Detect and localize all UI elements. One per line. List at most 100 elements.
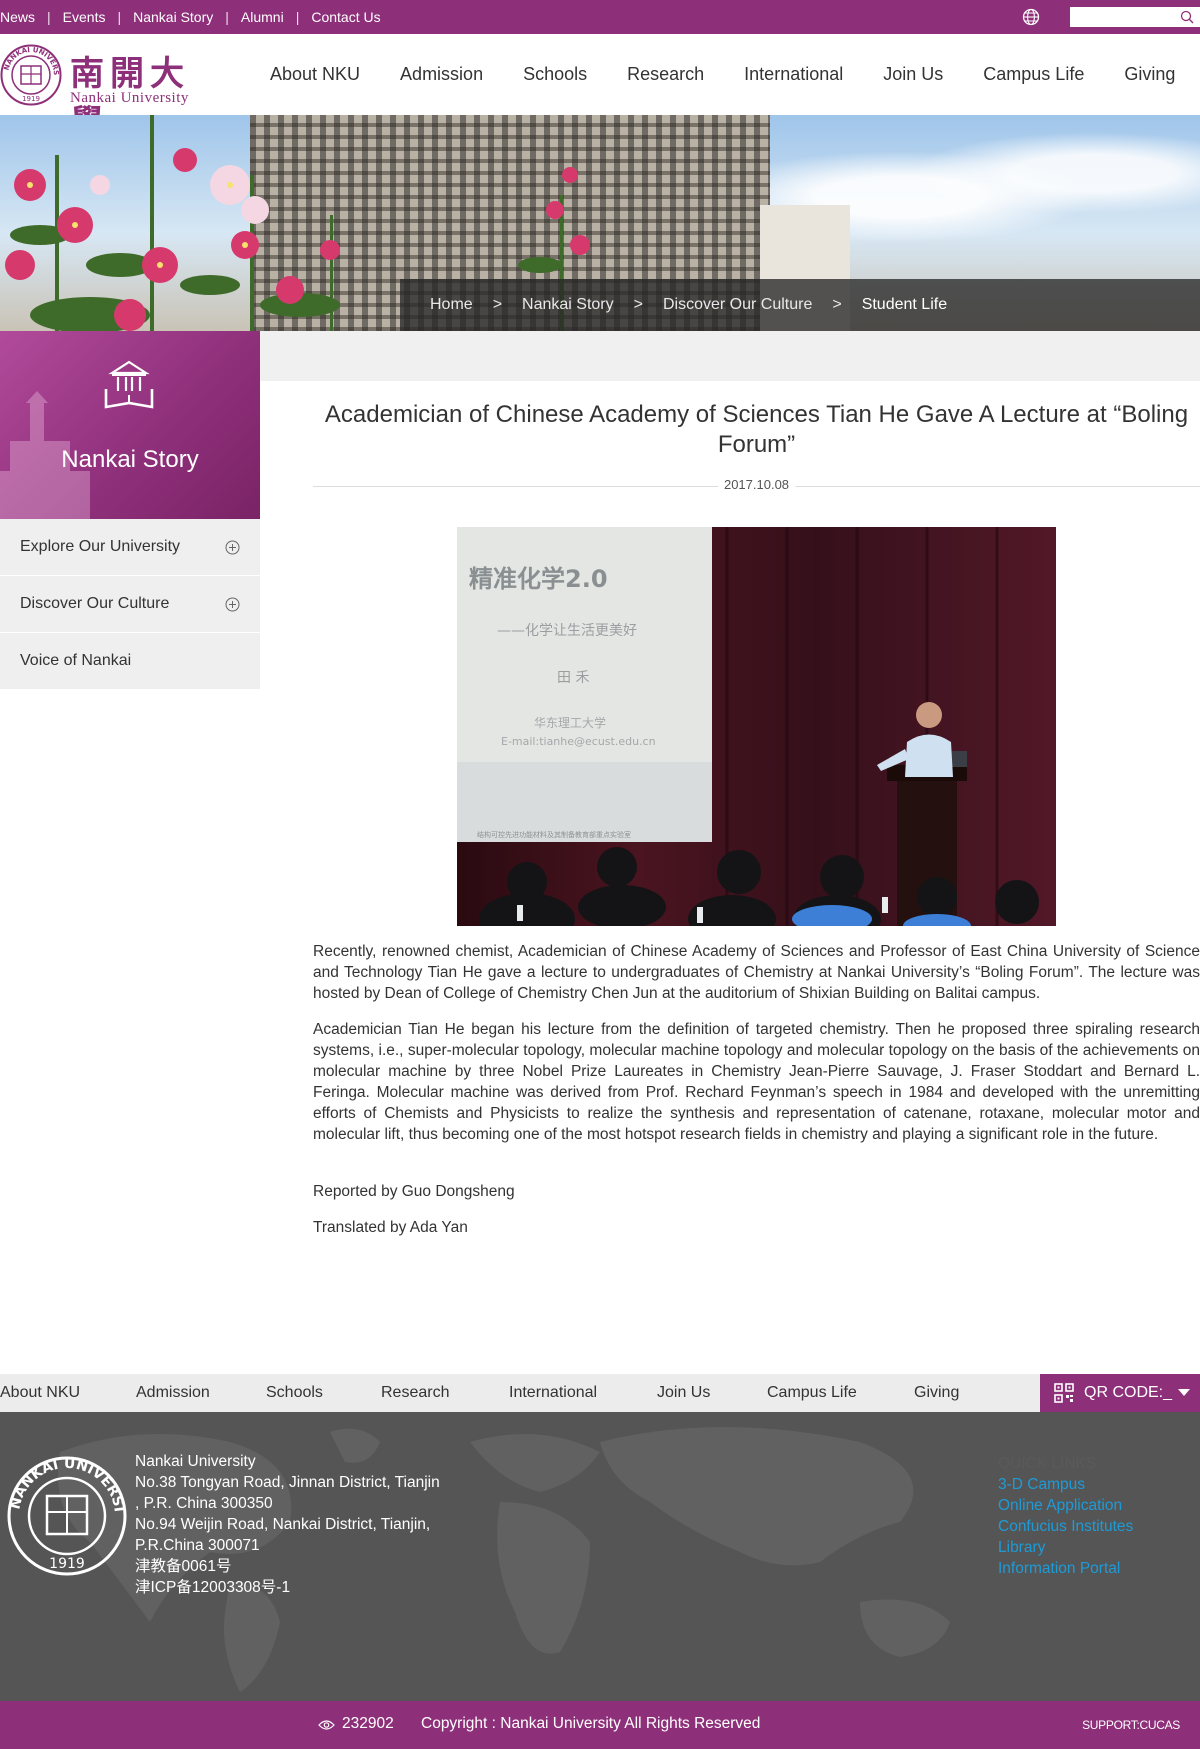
nav-join-us[interactable]: Join Us xyxy=(883,64,943,85)
nav-research[interactable]: Research xyxy=(627,64,704,85)
footer-nav-about-nku[interactable]: About NKU xyxy=(0,1384,80,1402)
breadcrumb-discover-our-culture[interactable]: Discover Our Culture xyxy=(663,296,812,314)
footer-nav-research[interactable]: Research xyxy=(381,1384,449,1402)
svg-text:NANKAI UNIVERSITY: NANKAI UNIVERSITY xyxy=(0,44,60,76)
separator: | xyxy=(47,9,51,25)
lecture-photo: 精准化学2.0 ——化学让生活更美好 田 禾 华东理工大学 E-mail:tia… xyxy=(457,527,1056,926)
qr-code-dropdown[interactable]: QR CODE:_ xyxy=(1040,1374,1200,1412)
slide-subtitle: ——化学让生活更美好 xyxy=(497,623,637,639)
chevron-down-icon xyxy=(1178,1389,1190,1396)
footer-nav-admission[interactable]: Admission xyxy=(136,1384,210,1402)
quick-links-title: QUICK LINKS xyxy=(998,1455,1097,1472)
nav-schools[interactable]: Schools xyxy=(523,64,587,85)
address-line: No.38 Tongyan Road, Jinnan District, Tia… xyxy=(135,1474,440,1491)
footer-nav-campus-life[interactable]: Campus Life xyxy=(767,1384,857,1402)
sidebar-item-discover-our-culture[interactable]: Discover Our Culture xyxy=(0,576,260,633)
globe-icon[interactable] xyxy=(1022,8,1040,26)
nav-about-nku[interactable]: About NKU xyxy=(270,64,360,85)
sidebar-menu: Explore Our University Discover Our Cult… xyxy=(0,519,260,690)
article-paragraph: Academician Tian He began his lecture fr… xyxy=(313,1021,1200,1143)
nav-campus-life[interactable]: Campus Life xyxy=(983,64,1084,85)
eye-icon xyxy=(318,1720,335,1730)
top-link-news[interactable]: News xyxy=(0,9,47,25)
expand-plus-icon[interactable] xyxy=(225,597,240,612)
footer-nav-schools[interactable]: Schools xyxy=(266,1384,323,1402)
logo-english-name: Nankai University xyxy=(70,90,189,106)
footer-nav-join-us[interactable]: Join Us xyxy=(657,1384,710,1402)
slide-footer: 结构可控先进功能材料及其制备教育部重点实验室 xyxy=(477,830,631,839)
article-translator: Translated by Ada Yan xyxy=(313,1219,468,1236)
article-date-line: 2017.10.08 xyxy=(313,477,1200,495)
sidebar-item-voice-of-nankai[interactable]: Voice of Nankai xyxy=(0,633,260,690)
sidebar-item-label: Explore Our University xyxy=(20,538,181,555)
main-nav: About NKU Admission Schools Research Int… xyxy=(270,34,1200,115)
quick-link-online-application[interactable]: Online Application xyxy=(998,1495,1133,1516)
seal-year: 1919 xyxy=(22,95,40,103)
footer-nav: About NKU Admission Schools Research Int… xyxy=(0,1374,1200,1412)
breadcrumb-nankai-story[interactable]: Nankai Story xyxy=(522,296,614,314)
nav-admission[interactable]: Admission xyxy=(400,64,483,85)
breadcrumb-separator: > xyxy=(633,296,643,313)
svg-text:NANKAI UNIVERSITY: NANKAI UNIVERSITY xyxy=(5,1454,127,1513)
qr-code-icon xyxy=(1054,1383,1074,1403)
bottom-bar: 232902 Copyright : Nankai University All… xyxy=(0,1701,1200,1749)
qr-code-label: QR CODE:_ xyxy=(1084,1384,1173,1401)
site-footer: NANKAI UNIVERSITY 1919 Nankai University… xyxy=(0,1412,1200,1701)
separator: | xyxy=(225,9,229,25)
university-seal-icon: NANKAI UNIVERSITY 1919 xyxy=(0,44,62,106)
breadcrumb-separator: > xyxy=(492,296,503,313)
slide-affiliation: 华东理工大学 xyxy=(534,715,606,730)
sidebar-item-label: Discover Our Culture xyxy=(20,595,170,612)
top-link-events[interactable]: Events xyxy=(51,9,118,25)
sidebar-item-label: Voice of Nankai xyxy=(20,652,132,669)
breadcrumb-home[interactable]: Home xyxy=(430,296,473,314)
university-logo[interactable]: NANKAI UNIVERSITY 1919 南開大學 Nankai Unive… xyxy=(0,44,220,143)
breadcrumb-separator: > xyxy=(832,296,842,313)
top-bar: News | Events | Nankai Story | Alumni | Cont… xyxy=(0,0,1200,34)
separator: | xyxy=(117,9,122,25)
address-line: No.94 Weijin Road, Nankai District, Tian… xyxy=(135,1516,431,1533)
slide-title: 精准化学2.0 xyxy=(469,565,608,593)
top-link-nankai-story[interactable]: Nankai Story xyxy=(121,9,225,25)
nav-international[interactable]: International xyxy=(744,64,843,85)
search-input[interactable] xyxy=(1070,7,1174,27)
footer-nav-international[interactable]: International xyxy=(509,1384,597,1402)
address-line: , P.R. China 300350 xyxy=(135,1495,273,1512)
sidebar-item-explore-our-university[interactable]: Explore Our University xyxy=(0,519,260,576)
quick-link-confucius-institutes[interactable]: Confucius Institutes xyxy=(998,1516,1133,1537)
address-line: 津ICP备12003308号-1 xyxy=(135,1579,291,1596)
seal-year: 1919 xyxy=(49,1556,85,1572)
article-date: 2017.10.08 xyxy=(717,477,796,492)
copyright: Copyright : Nankai University All Rights… xyxy=(421,1715,761,1732)
sidebar-title: Nankai Story xyxy=(61,446,199,473)
article-reporter: Reported by Guo Dongsheng xyxy=(313,1183,515,1200)
top-links: News | Events | Nankai Story | Alumni | Cont… xyxy=(0,0,393,34)
address-line: 津教备0061号 xyxy=(135,1558,232,1575)
content-top-bar xyxy=(260,331,1200,381)
quick-link-library[interactable]: Library xyxy=(998,1537,1133,1558)
library-book-icon xyxy=(104,360,154,409)
seal-text: NANKAI UNIVERSITY xyxy=(0,44,60,76)
search-icon[interactable] xyxy=(1180,10,1194,24)
sidebar-header: Nankai Story xyxy=(0,331,260,519)
article-photo[interactable]: 精准化学2.0 ——化学让生活更美好 田 禾 华东理工大学 E-mail:tia… xyxy=(457,527,1056,926)
quick-link-information-portal[interactable]: Information Portal xyxy=(998,1558,1133,1579)
footer-nav-giving[interactable]: Giving xyxy=(914,1384,959,1402)
slide-email: E-mail:tianhe@ecust.edu.cn xyxy=(501,735,656,748)
breadcrumb: Home > Nankai Story > Discover Our Cultu… xyxy=(400,279,1200,331)
top-link-contact-us[interactable]: Contact Us xyxy=(299,9,392,25)
search-box xyxy=(1070,7,1200,27)
separator: | xyxy=(295,9,300,25)
site-header: NANKAI UNIVERSITY 1919 南開大學 Nankai Unive… xyxy=(0,34,1200,143)
support-credit[interactable]: SUPPORT:CUCAS xyxy=(1082,1718,1180,1732)
expand-plus-icon[interactable] xyxy=(225,540,240,555)
breadcrumb-current: Student Life xyxy=(861,296,948,313)
visit-count: 232902 xyxy=(342,1715,394,1732)
hero-banner: Home > Nankai Story > Discover Our Cultu… xyxy=(0,115,1200,331)
quick-links: QUICK LINKS 3-D Campus Online Applicatio… xyxy=(998,1453,1133,1579)
article-paragraph: Recently, renowned chemist, Academician … xyxy=(313,943,1200,1002)
address-line: P.R.China 300071 xyxy=(135,1537,260,1554)
quick-link-3d-campus[interactable]: 3-D Campus xyxy=(998,1474,1133,1495)
nav-giving[interactable]: Giving xyxy=(1124,64,1175,85)
top-link-alumni[interactable]: Alumni xyxy=(229,9,296,25)
